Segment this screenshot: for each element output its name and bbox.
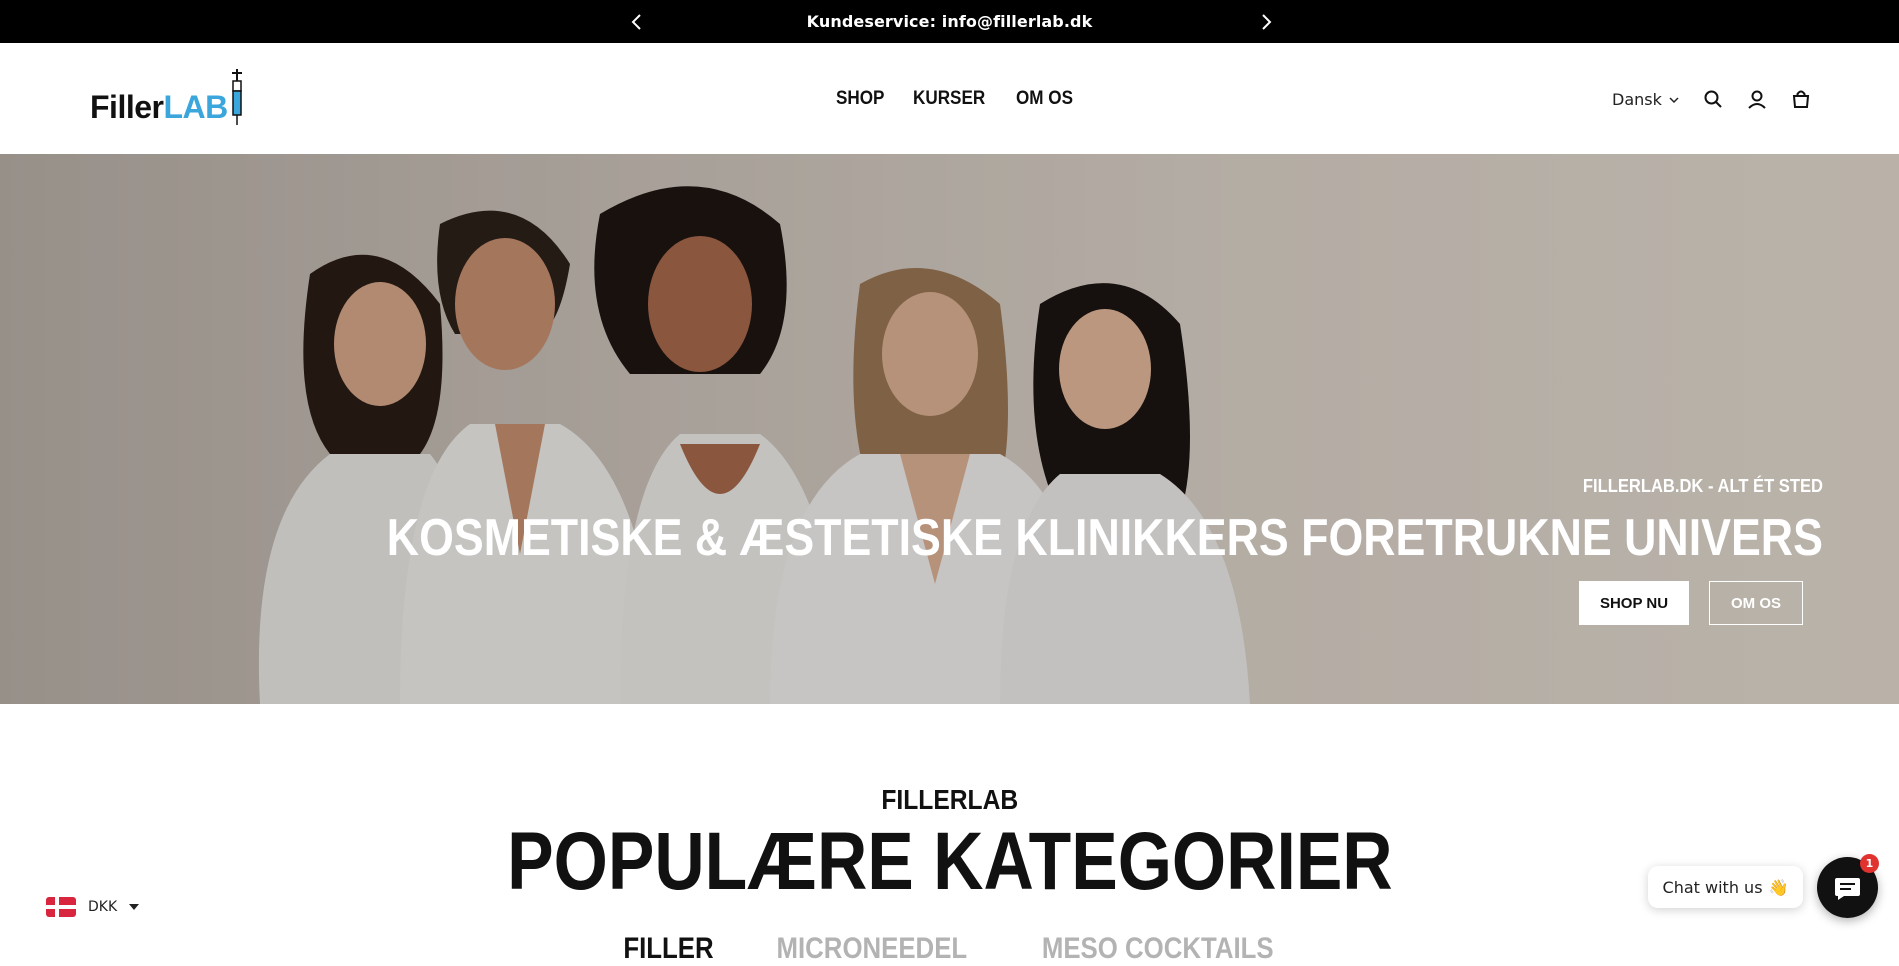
- account-icon[interactable]: [1746, 88, 1768, 110]
- announcement-bar: Kundeservice: info@fillerlab.dk: [0, 0, 1899, 43]
- currency-selector[interactable]: DKK: [46, 897, 140, 917]
- chevron-down-icon: [1669, 96, 1679, 103]
- nav-item-om-os[interactable]: OM OS: [1016, 88, 1073, 110]
- tab-microneedel[interactable]: MICRONEEDEL: [777, 932, 968, 966]
- wave-emoji: 👋: [1768, 877, 1789, 897]
- chat-label: Chat with us: [1662, 877, 1763, 897]
- site-header: FillerLAB SHOP KURSER OM OS Dansk: [0, 43, 1899, 154]
- language-label: Dansk: [1612, 90, 1662, 109]
- caret-down-icon: [129, 904, 140, 910]
- about-us-button[interactable]: OM OS: [1709, 581, 1803, 625]
- categories-eyebrow: FILLERLAB: [0, 784, 1899, 816]
- announcement-text: Kundeservice: info@fillerlab.dk: [806, 12, 1093, 31]
- chevron-right-icon[interactable]: [1256, 12, 1276, 32]
- categories-eyebrow-text: FILLERLAB: [881, 784, 1018, 815]
- hero-banner: FILLERLAB.DK - ALT ÉT STED KOSMETISKE & …: [0, 154, 1899, 704]
- syringe-icon: [232, 69, 242, 125]
- search-icon[interactable]: [1702, 88, 1724, 110]
- chat-notification-badge: 1: [1860, 854, 1879, 873]
- denmark-flag-icon: [46, 897, 76, 917]
- language-selector[interactable]: Dansk: [1612, 90, 1680, 109]
- logo[interactable]: FillerLAB: [90, 69, 260, 129]
- tab-meso-cocktails[interactable]: MESO COCKTAILS: [1042, 932, 1274, 966]
- categories-title: POPULÆRE KATEGORIER: [0, 815, 1899, 909]
- chat-prompt[interactable]: Chat with us 👋: [1648, 866, 1803, 908]
- main-nav: SHOP KURSER OM OS: [836, 88, 1079, 110]
- hero-subtitle: FILLERLAB.DK - ALT ÉT STED: [1582, 476, 1823, 496]
- currency-code: DKK: [88, 899, 118, 915]
- hero-title: KOSMETISKE & ÆSTETISKE KLINIKKERS FORETR…: [386, 509, 1823, 567]
- tab-filler[interactable]: FILLER: [624, 932, 714, 966]
- nav-item-shop[interactable]: SHOP: [836, 88, 884, 110]
- cart-icon[interactable]: [1790, 88, 1812, 110]
- logo-text-dark: Filler: [90, 89, 164, 125]
- shop-now-button[interactable]: SHOP NU: [1579, 581, 1689, 625]
- category-tabs: FILLER MICRONEEDEL MESO COCKTAILS: [0, 932, 1899, 966]
- nav-item-kurser[interactable]: KURSER: [913, 88, 985, 110]
- categories-title-text: POPULÆRE KATEGORIER: [506, 816, 1393, 907]
- logo-text-accent: LAB: [163, 89, 228, 125]
